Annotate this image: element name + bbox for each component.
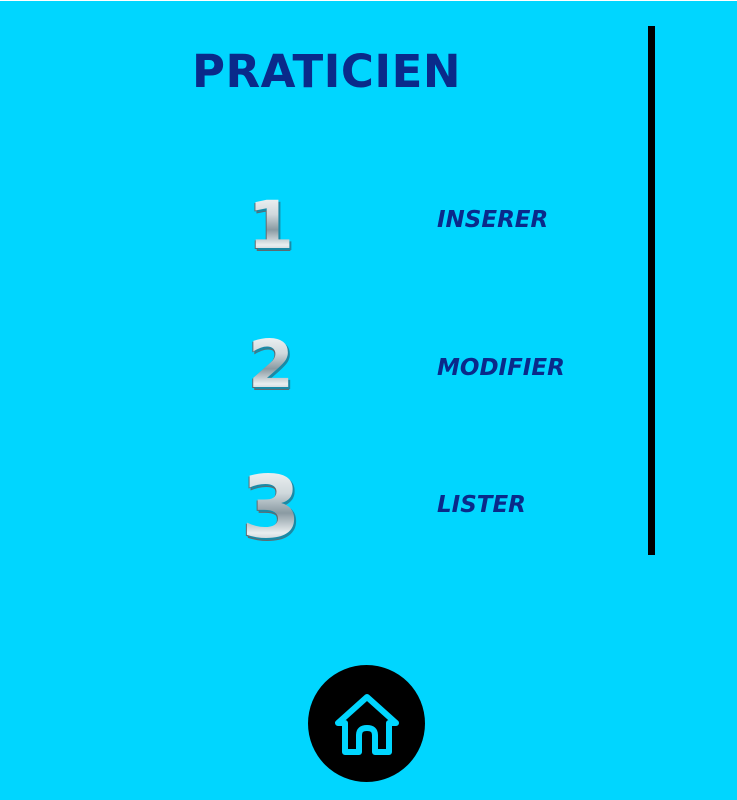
menu-number-1[interactable]: 1 (236, 188, 306, 264)
menu-item-inserer[interactable]: INSERER (437, 206, 548, 234)
home-button[interactable] (308, 665, 425, 782)
vertical-divider (648, 26, 655, 555)
menu-number-2[interactable]: 2 (236, 327, 306, 403)
page-title: PRATICIEN (192, 45, 462, 98)
menu-item-modifier[interactable]: MODIFIER (437, 354, 565, 382)
home-icon (334, 693, 399, 755)
menu-number-3[interactable]: 3 (236, 458, 306, 558)
top-border (0, 0, 737, 1)
menu-item-lister[interactable]: LISTER (437, 491, 526, 519)
